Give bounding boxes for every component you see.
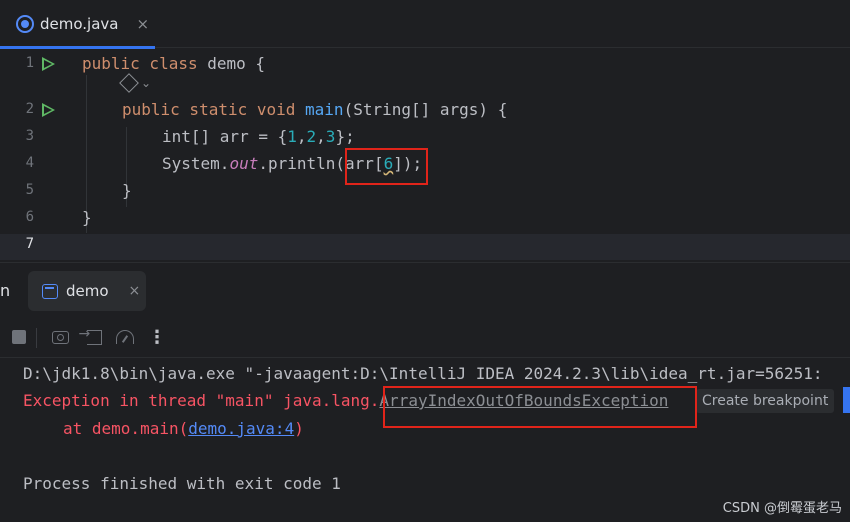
code-line-6: } bbox=[82, 208, 92, 227]
editor-tab-label: demo.java bbox=[40, 15, 119, 33]
number-literal: 3 bbox=[325, 127, 336, 146]
stack-text: at demo.main( bbox=[63, 419, 189, 438]
stop-icon bbox=[12, 330, 26, 344]
line-number: 4 bbox=[25, 155, 34, 171]
console-exit-line: Process finished with exit code 1 bbox=[23, 474, 341, 493]
annotation-highlight-box bbox=[345, 148, 428, 185]
create-breakpoint-tooltip[interactable]: Create breakpoint bbox=[696, 389, 835, 413]
line-number: 1 bbox=[25, 55, 34, 71]
console-icon bbox=[42, 283, 58, 299]
exception-text: Exception in thread "main" java.lang. bbox=[23, 391, 380, 410]
gutter-line-3: 3 bbox=[0, 124, 78, 150]
source-location-link[interactable]: demo.java:4 bbox=[188, 419, 294, 438]
run-tool-window-header: n demo × bbox=[0, 262, 850, 316]
code-text: }; bbox=[335, 127, 355, 146]
run-toolbar: ⋮ bbox=[0, 316, 850, 358]
code-text: System. bbox=[162, 154, 230, 173]
line-number: 2 bbox=[25, 101, 34, 117]
camera-icon bbox=[51, 330, 69, 344]
tooltip-edge-indicator bbox=[843, 387, 850, 413]
stop-button[interactable] bbox=[8, 326, 30, 348]
run-tab-label: demo bbox=[66, 282, 109, 300]
static-field: out bbox=[229, 154, 259, 173]
editor-tab-bar: demo.java × bbox=[0, 0, 850, 49]
close-icon[interactable]: × bbox=[129, 283, 141, 299]
gutter-line-2: 2 bbox=[0, 97, 78, 123]
ai-assistant-icon bbox=[119, 73, 139, 93]
console-output[interactable]: D:\jdk1.8\bin\java.exe "-javaagent:D:\In… bbox=[0, 358, 850, 522]
line-number: 6 bbox=[25, 209, 34, 225]
java-class-icon bbox=[16, 15, 34, 33]
editor-tab-demo-java[interactable]: demo.java × bbox=[0, 0, 155, 49]
keyword: public static void bbox=[122, 100, 296, 119]
code-text: demo { bbox=[197, 54, 266, 73]
tool-window-title-fragment: n bbox=[0, 281, 11, 300]
annotation-highlight-box bbox=[383, 386, 697, 428]
gutter-line-6: 6 bbox=[0, 205, 78, 231]
enter-icon bbox=[79, 326, 102, 345]
code-text: int[] arr = { bbox=[162, 127, 288, 146]
console-command-line: D:\jdk1.8\bin\java.exe "-javaagent:D:\In… bbox=[23, 364, 823, 383]
run-play-icon[interactable] bbox=[42, 103, 55, 117]
more-options-button[interactable]: ⋮ bbox=[146, 326, 168, 348]
run-tab-demo[interactable]: demo × bbox=[28, 271, 146, 311]
line-number: 3 bbox=[25, 128, 34, 144]
gutter-line-4: 4 bbox=[0, 151, 78, 177]
code-line-1: public class demo { bbox=[82, 51, 265, 77]
toolbar-separator bbox=[36, 328, 37, 348]
code-editor[interactable]: 1 2 3 4 5 6 7 public class demo { ⌄ publ… bbox=[0, 49, 850, 261]
line-number: 5 bbox=[25, 182, 34, 198]
ai-hint[interactable]: ⌄ bbox=[119, 73, 152, 93]
restore-layout-button[interactable] bbox=[79, 326, 105, 348]
gauge-icon bbox=[116, 330, 134, 344]
console-stack-line: at demo.main(demo.java:4) bbox=[63, 416, 304, 442]
line-number: 7 bbox=[25, 236, 34, 252]
watermark: CSDN @倒霉蛋老马 bbox=[722, 501, 842, 516]
screenshot-button[interactable] bbox=[49, 326, 71, 348]
chevron-down-icon: ⌄ bbox=[141, 76, 152, 90]
code-line-2: public static void main(String[] args) { bbox=[122, 97, 507, 123]
code-line-5: } bbox=[122, 181, 132, 200]
close-icon[interactable]: × bbox=[136, 15, 149, 33]
stack-text: ) bbox=[294, 419, 304, 438]
code-text: (String[] args) { bbox=[343, 100, 508, 119]
keyword: public class bbox=[82, 54, 198, 73]
number-literal: 2 bbox=[306, 127, 317, 146]
current-line-highlight bbox=[0, 234, 850, 260]
method-name: main bbox=[305, 100, 344, 119]
gutter-line-1: 1 bbox=[0, 51, 78, 77]
more-vertical-icon: ⋮ bbox=[148, 326, 166, 348]
number-literal: 1 bbox=[287, 127, 297, 146]
profiler-button[interactable] bbox=[114, 326, 136, 348]
gutter-line-7: 7 bbox=[0, 232, 78, 258]
code-line-3: int[] arr = {1,2,3}; bbox=[162, 127, 355, 146]
run-play-icon[interactable] bbox=[42, 57, 55, 71]
gutter-line-5: 5 bbox=[0, 178, 78, 204]
